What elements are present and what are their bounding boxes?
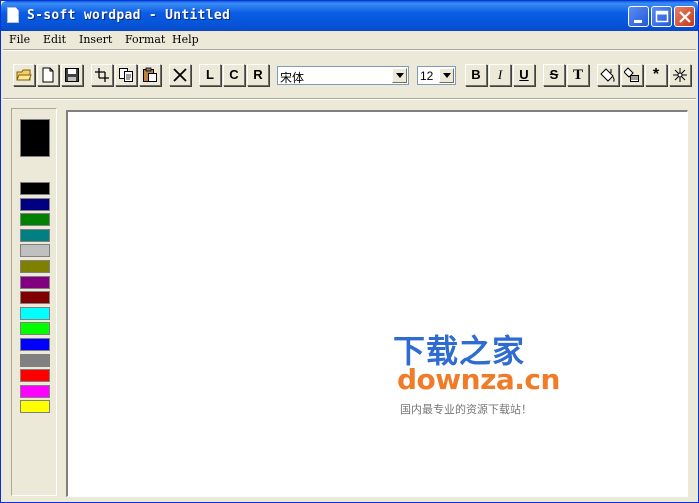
cut-icon bbox=[95, 68, 109, 82]
paint-bucket-icon bbox=[600, 68, 615, 82]
app-window: S-soft wordpad - Untitled File Edit Inse… bbox=[0, 0, 699, 503]
align-right-button[interactable]: R bbox=[247, 64, 269, 86]
paste-button[interactable] bbox=[139, 64, 161, 86]
text-style-button[interactable]: T bbox=[567, 64, 589, 86]
close-button[interactable] bbox=[674, 6, 695, 27]
toolbar: L C R 宋体 12 B I U S T * bbox=[1, 51, 698, 97]
color-palette bbox=[11, 108, 57, 496]
color-swatch[interactable] bbox=[20, 306, 50, 320]
document-icon bbox=[7, 7, 19, 23]
font-name-value: 宋体 bbox=[280, 71, 305, 85]
underline-button[interactable]: U bbox=[513, 64, 535, 86]
delete-x-icon bbox=[173, 68, 187, 82]
italic-button[interactable]: I bbox=[489, 64, 511, 86]
font-name-dropdown-button[interactable] bbox=[392, 68, 407, 83]
align-center-button[interactable]: C bbox=[223, 64, 245, 86]
chevron-down-icon bbox=[396, 73, 404, 78]
color-swatch[interactable] bbox=[20, 228, 50, 242]
font-size-dropdown-button[interactable] bbox=[439, 68, 454, 83]
color-swatch[interactable] bbox=[20, 244, 50, 258]
color-swatch[interactable] bbox=[20, 400, 50, 414]
title-bar[interactable]: S-soft wordpad - Untitled bbox=[1, 1, 698, 31]
insert-picture-button[interactable] bbox=[621, 64, 643, 86]
color-swatch[interactable] bbox=[20, 291, 50, 305]
maximize-icon bbox=[655, 10, 669, 23]
paste-icon bbox=[143, 67, 157, 82]
copy-icon bbox=[119, 68, 133, 82]
insert-picture-icon bbox=[624, 67, 639, 82]
copy-button[interactable] bbox=[115, 64, 137, 86]
current-color-swatch[interactable] bbox=[20, 119, 50, 157]
close-icon bbox=[679, 11, 691, 23]
color-swatch[interactable] bbox=[20, 213, 50, 227]
color-swatch[interactable] bbox=[20, 384, 50, 398]
menu-edit[interactable]: Edit bbox=[43, 33, 66, 46]
menu-help[interactable]: Help bbox=[172, 33, 199, 46]
font-size-select[interactable]: 12 bbox=[417, 66, 456, 85]
special-char-button[interactable]: * bbox=[645, 64, 667, 86]
maximize-button[interactable] bbox=[651, 6, 672, 27]
align-left-button[interactable]: L bbox=[199, 64, 221, 86]
minimize-icon bbox=[634, 20, 642, 23]
color-swatch[interactable] bbox=[20, 275, 50, 289]
chevron-down-icon bbox=[443, 73, 451, 78]
save-button[interactable] bbox=[61, 64, 83, 86]
watermark: 下载之家 downza.cn 国内最专业的资源下载站！ bbox=[388, 326, 560, 421]
menu-file[interactable]: File bbox=[9, 33, 30, 46]
strikethrough-button[interactable]: S bbox=[543, 64, 565, 86]
color-swatch[interactable] bbox=[20, 322, 50, 336]
color-swatch[interactable] bbox=[20, 369, 50, 383]
new-document-button[interactable] bbox=[37, 64, 59, 86]
window-title: S-soft wordpad - Untitled bbox=[27, 8, 231, 23]
sparkle-button[interactable] bbox=[669, 64, 691, 86]
watermark-domain: downza.cn bbox=[397, 363, 560, 396]
bold-button[interactable]: B bbox=[465, 64, 487, 86]
toolbar-divider bbox=[3, 98, 696, 100]
menu-bar: File Edit Insert Format Help bbox=[1, 31, 698, 49]
color-swatch[interactable] bbox=[20, 182, 50, 195]
menu-format[interactable]: Format bbox=[125, 33, 165, 46]
menu-insert[interactable]: Insert bbox=[79, 33, 112, 46]
color-swatch[interactable] bbox=[20, 353, 50, 367]
font-name-select[interactable]: 宋体 bbox=[277, 66, 409, 85]
cut-button[interactable] bbox=[91, 64, 113, 86]
new-document-icon bbox=[42, 67, 54, 83]
color-swatch[interactable] bbox=[20, 197, 50, 211]
minimize-button[interactable] bbox=[628, 6, 649, 27]
open-folder-icon bbox=[16, 69, 32, 81]
sparkle-icon bbox=[673, 68, 687, 82]
font-size-value: 12 bbox=[420, 69, 434, 83]
open-button[interactable] bbox=[13, 64, 35, 86]
color-swatch[interactable] bbox=[20, 338, 50, 351]
paint-button[interactable] bbox=[597, 64, 619, 86]
save-disk-icon bbox=[65, 68, 79, 82]
watermark-slogan: 国内最专业的资源下载站！ bbox=[400, 403, 532, 416]
document-editor[interactable] bbox=[66, 110, 688, 497]
color-swatch[interactable] bbox=[20, 260, 50, 273]
delete-button[interactable] bbox=[169, 64, 191, 86]
